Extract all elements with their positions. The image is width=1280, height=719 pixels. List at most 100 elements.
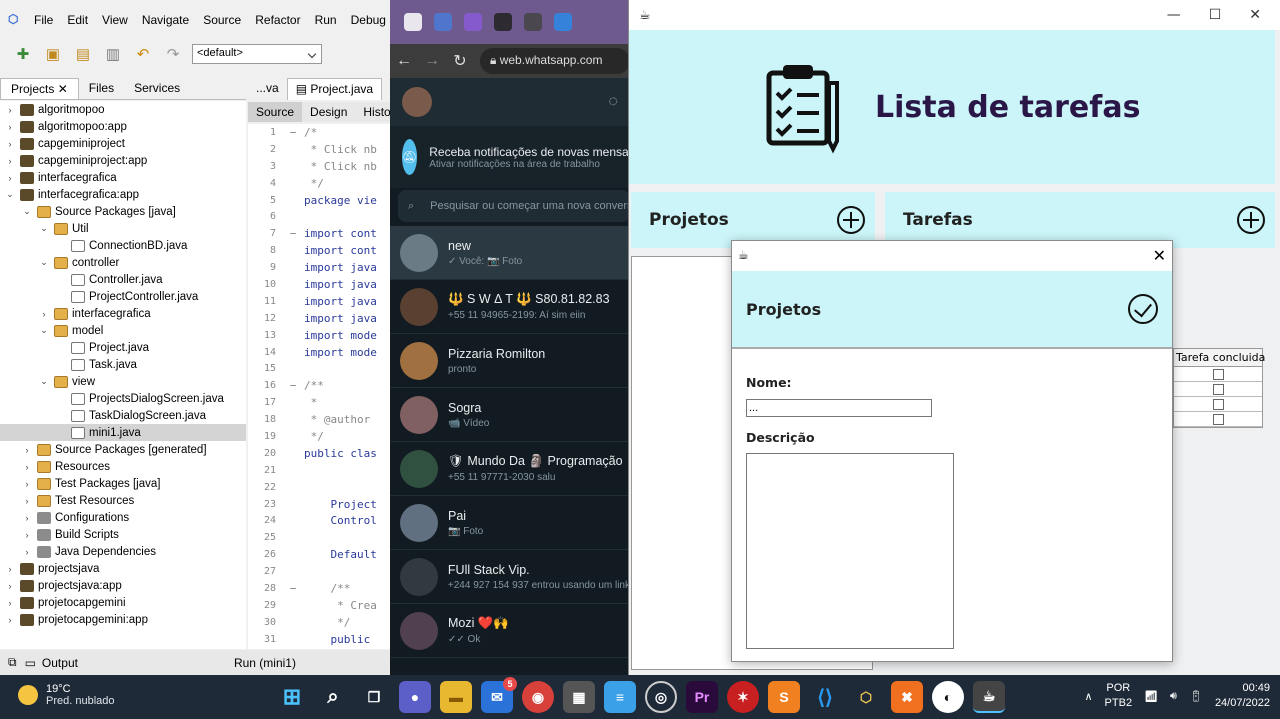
tab-design[interactable]: Design — [302, 102, 355, 122]
chat-item[interactable]: 🔱 S W Δ T 🔱 S80.81.82.83 +55 11 94965-219… — [390, 280, 630, 334]
notepad-icon[interactable]: ≡ — [604, 681, 636, 713]
new-file-icon[interactable]: ✚ — [12, 43, 34, 65]
clock[interactable]: 00:49 24/07/2022 — [1215, 681, 1270, 711]
chevron-right-icon[interactable]: › — [21, 445, 33, 455]
mail-tab-icon[interactable] — [434, 13, 452, 31]
game-icon[interactable]: ✶ — [727, 681, 759, 713]
obs-icon[interactable]: ◎ — [645, 681, 677, 713]
description-input[interactable] — [746, 453, 954, 649]
tree-node[interactable]: › projectsjava:app — [0, 577, 246, 594]
tree-node[interactable]: Task.java — [0, 356, 246, 373]
language-indicator[interactable]: POR PTB2 — [1105, 681, 1133, 711]
tree-node[interactable]: mini1.java — [0, 424, 246, 441]
tree-node[interactable]: Project.java — [0, 339, 246, 356]
redo-icon[interactable]: ↷ — [162, 43, 184, 65]
tab-services[interactable]: Services — [124, 78, 190, 99]
editor-tab-prev[interactable]: ...va — [248, 78, 287, 100]
tree-node[interactable]: › Configurations — [0, 509, 246, 526]
battery-icon[interactable]: 🔋︎ — [1189, 690, 1203, 703]
output-tab[interactable]: Output — [42, 656, 78, 670]
chevron-right-icon[interactable]: › — [21, 513, 33, 523]
forward-icon[interactable]: → — [418, 52, 446, 70]
fold-icon[interactable]: − — [282, 126, 304, 139]
blue-tab-icon[interactable] — [554, 13, 572, 31]
vscode-icon[interactable]: ⟨⟩ — [809, 681, 841, 713]
tree-node[interactable]: › Source Packages [generated] — [0, 441, 246, 458]
menu-refactor[interactable]: Refactor — [255, 13, 300, 27]
editor-tab-project[interactable]: ▤ Project.java — [286, 78, 383, 100]
u-tab-icon[interactable] — [464, 13, 482, 31]
menu-file[interactable]: File — [34, 13, 53, 27]
edge-icon[interactable]: ◐ — [932, 681, 964, 713]
netbeans-icon[interactable]: ⬡ — [850, 681, 882, 713]
url-input[interactable]: 🔒︎ web.whatsapp.com — [480, 48, 630, 74]
chat-item[interactable]: FUll Stack Vip. +244 927 154 937 entrou u… — [390, 550, 630, 604]
tree-node[interactable]: › algoritmopoo — [0, 101, 246, 118]
confirm-check-icon[interactable] — [1128, 294, 1158, 324]
restore-icon[interactable]: ⧉ — [8, 655, 17, 670]
tree-node[interactable]: › projectsjava — [0, 560, 246, 577]
tree-node[interactable]: › capgeminiproject:app — [0, 152, 246, 169]
chevron-right-icon[interactable]: › — [4, 598, 16, 608]
volume-icon[interactable]: 🔊︎ — [1170, 690, 1177, 703]
open-project-icon[interactable]: ▤ — [72, 43, 94, 65]
search-input[interactable]: Pesquisar ou começar uma nova conversa — [430, 200, 630, 212]
tree-node[interactable]: ConnectionBD.java — [0, 237, 246, 254]
search-box[interactable]: ⌕ Pesquisar ou começar uma nova conversa — [398, 190, 630, 222]
task-done-checkbox[interactable] — [1212, 413, 1224, 425]
tree-node[interactable]: ⌄ controller — [0, 254, 246, 271]
tab-source[interactable]: Source — [248, 102, 303, 122]
code-editor[interactable]: 1−/* 2 * Click nb 3 * Click nb 4 */5 package… — [248, 124, 392, 649]
add-task-icon[interactable] — [1237, 206, 1265, 234]
search-icon[interactable]: ⌕ — [317, 681, 349, 713]
new-project-icon[interactable]: ▣ — [42, 43, 64, 65]
chevron-right-icon[interactable]: › — [4, 139, 16, 149]
chrome-tab-icon[interactable] — [404, 13, 422, 31]
chevron-right-icon[interactable]: › — [4, 105, 16, 115]
chevron-right-icon[interactable]: › — [38, 309, 50, 319]
maximize-icon[interactable]: ☐ — [1209, 7, 1222, 23]
tree-node[interactable]: › capgeminiproject — [0, 135, 246, 152]
tree-node[interactable]: › Test Resources — [0, 492, 246, 509]
chevron-right-icon[interactable]: › — [4, 122, 16, 132]
tree-node[interactable]: Controller.java — [0, 271, 246, 288]
mail-icon[interactable]: ✉ 5 — [481, 677, 517, 713]
status-icon[interactable]: ◌ — [608, 93, 618, 111]
tab-projects[interactable]: Projects ✕ — [0, 78, 79, 99]
tree-node[interactable]: › projetocapgemini:app — [0, 611, 246, 628]
chat-item[interactable]: Pai 📷 Foto — [390, 496, 630, 550]
tree-node[interactable]: ⌄ view — [0, 373, 246, 390]
weather-widget[interactable]: 19°C Pred. nublado — [18, 683, 115, 707]
xampp-icon[interactable]: ✖ — [891, 681, 923, 713]
chat-item[interactable]: Pizzaria Romilton pronto — [390, 334, 630, 388]
chat-icon[interactable]: ● — [399, 681, 431, 713]
tree-node[interactable]: › Test Packages [java] — [0, 475, 246, 492]
chat-item[interactable]: 🛡 Mundo Da 🗿 Programação +55 11 97771-203… — [390, 442, 630, 496]
tree-node[interactable]: › interfacegrafica — [0, 169, 246, 186]
menu-source[interactable]: Source — [203, 13, 241, 27]
chevron-right-icon[interactable]: › — [21, 530, 33, 540]
name-input[interactable] — [746, 399, 932, 417]
chevron-down-icon[interactable]: ⌄ — [38, 325, 50, 336]
back-icon[interactable]: ← — [390, 52, 418, 70]
premiere-icon[interactable]: Pr — [686, 681, 718, 713]
tree-node[interactable]: › algoritmopoo:app — [0, 118, 246, 135]
task-done-checkbox[interactable] — [1212, 383, 1224, 395]
tree-node[interactable]: › Resources — [0, 458, 246, 475]
chevron-down-icon[interactable]: ⌄ — [21, 206, 33, 217]
tree-node[interactable]: › Java Dependencies — [0, 543, 246, 560]
start-icon[interactable]: ⊞ — [276, 681, 308, 713]
chevron-down-icon[interactable]: ⌄ — [38, 257, 50, 268]
tree-node[interactable]: › projetocapgemini — [0, 594, 246, 611]
fold-icon[interactable]: − — [282, 379, 304, 392]
task-done-checkbox[interactable] — [1212, 398, 1224, 410]
chevron-right-icon[interactable]: › — [21, 462, 33, 472]
tree-node[interactable]: › interfacegrafica — [0, 305, 246, 322]
tree-node[interactable]: › Build Scripts — [0, 526, 246, 543]
menu-run[interactable]: Run — [315, 13, 337, 27]
chevron-down-icon[interactable]: ⌄ — [38, 223, 50, 234]
task-done-checkbox[interactable] — [1212, 368, 1224, 380]
chevron-right-icon[interactable]: › — [4, 615, 16, 625]
chat-item[interactable]: new ✓ Você: 📷 Foto — [390, 226, 630, 280]
tree-node[interactable]: ProjectController.java — [0, 288, 246, 305]
